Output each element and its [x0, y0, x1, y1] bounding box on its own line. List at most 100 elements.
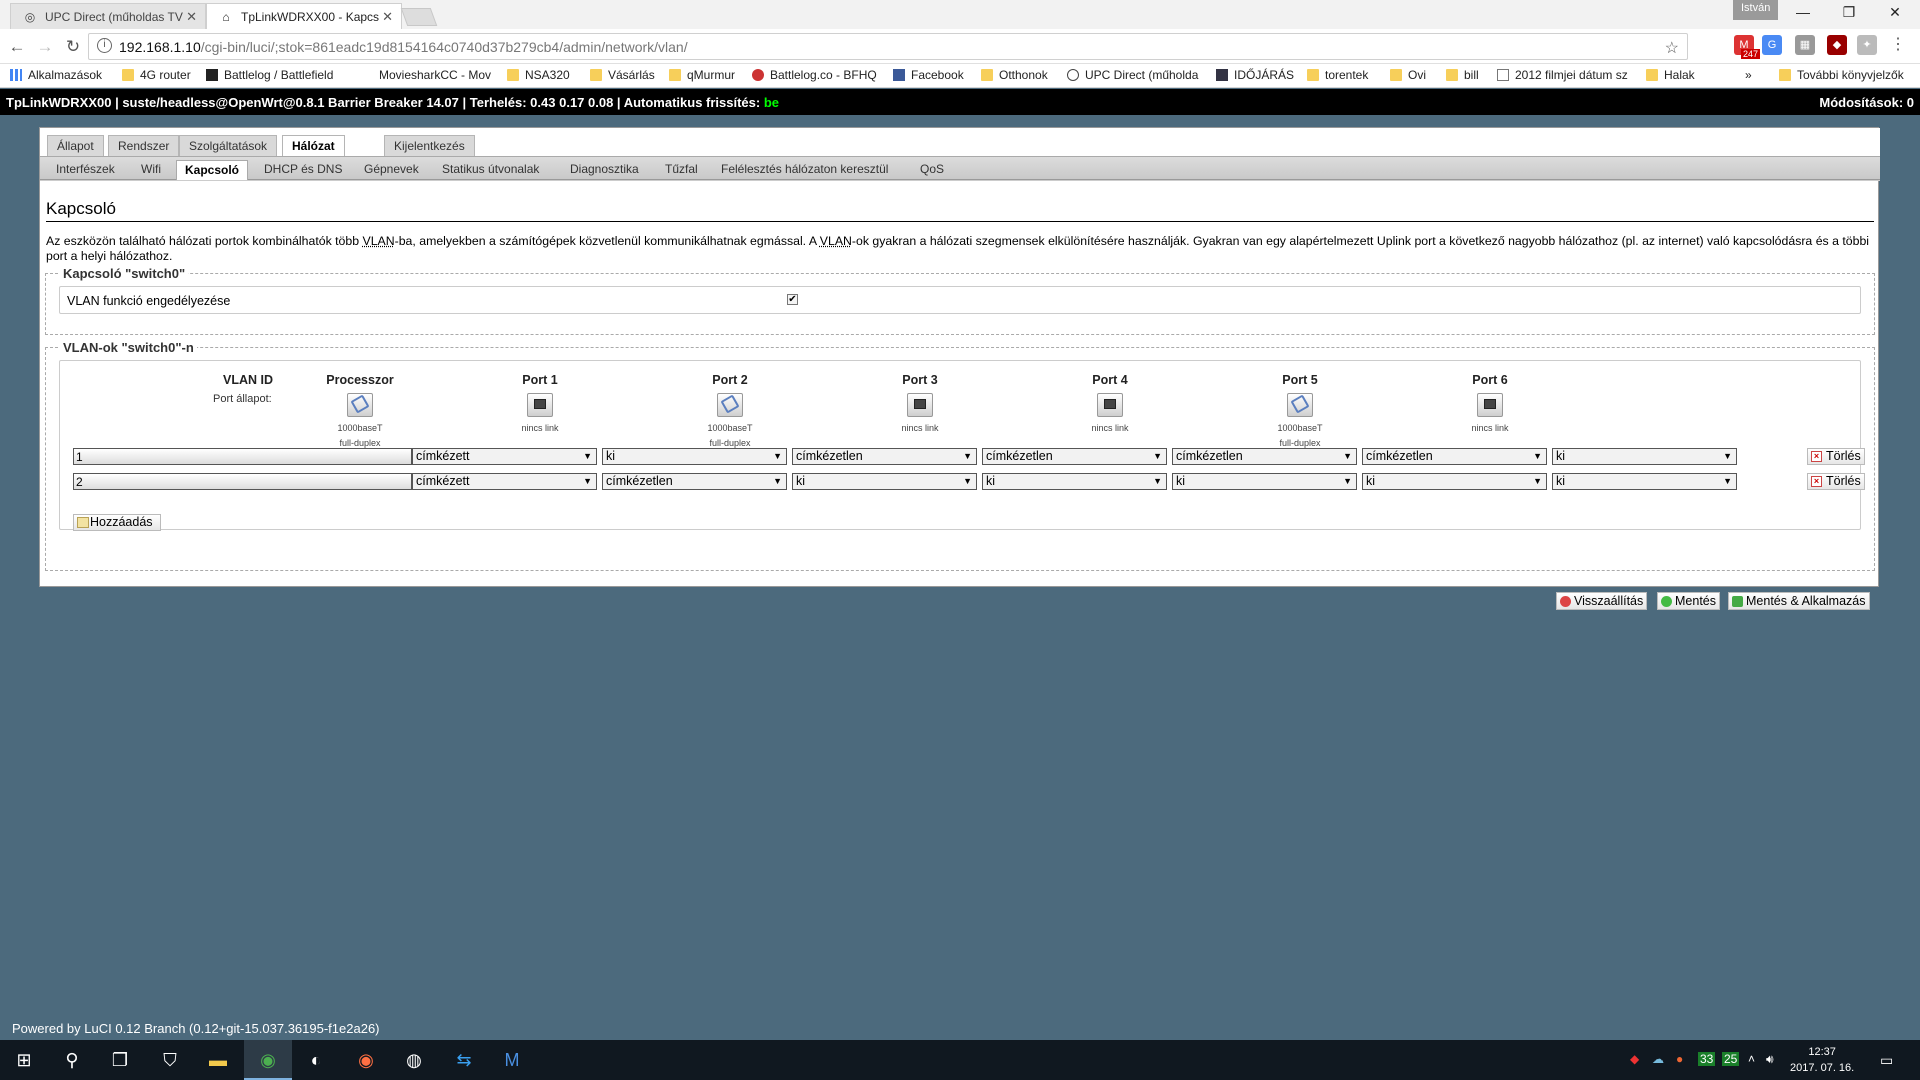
bookmark-item[interactable]: Halak: [1646, 68, 1695, 82]
tab-logout[interactable]: Kijelentkezés: [384, 135, 475, 156]
bookmark-item[interactable]: 4G router: [122, 68, 191, 82]
tab-system[interactable]: Rendszer: [108, 135, 180, 156]
subtab-hostnames[interactable]: Gépnevek: [356, 160, 427, 181]
subtab-switch[interactable]: Kapcsoló: [176, 160, 249, 181]
bookmark-item[interactable]: Ovi: [1390, 68, 1426, 82]
port-membership-select[interactable]: címkézetlen ▼: [1362, 448, 1547, 465]
translate-extension-icon[interactable]: G: [1762, 35, 1782, 55]
changes-counter[interactable]: Módosítások: 0: [1819, 95, 1914, 110]
bookmark-star-icon[interactable]: ☆: [1665, 38, 1679, 58]
port-membership-select[interactable]: ki ▼: [602, 448, 787, 465]
browser-tab-upc[interactable]: ◎ UPC Direct (műholdas TV ✕: [10, 3, 206, 29]
delete-vlan-button[interactable]: × Törlés: [1807, 448, 1865, 465]
task-view-icon[interactable]: ❐: [96, 1040, 144, 1080]
volume-icon[interactable]: 🔊︎: [1766, 1052, 1774, 1067]
port-membership-select[interactable]: ki ▼: [1552, 473, 1737, 490]
malwarebytes-icon[interactable]: M: [488, 1040, 536, 1080]
address-bar[interactable]: i 192.168.1.10/cgi-bin/luci/;stok=861ead…: [88, 33, 1688, 60]
search-icon[interactable]: ⚲: [48, 1040, 96, 1080]
origin-icon[interactable]: ◉: [342, 1040, 390, 1080]
start-icon[interactable]: ⊞: [0, 1040, 48, 1080]
tab-network[interactable]: Hálózat: [282, 135, 345, 156]
reset-button[interactable]: Visszaállítás: [1556, 592, 1648, 610]
port-membership-select[interactable]: ki ▼: [982, 473, 1167, 490]
notifications-icon[interactable]: ▭: [1880, 1052, 1893, 1069]
bookmark-item[interactable]: bill: [1446, 68, 1479, 82]
menu-icon[interactable]: ⋮: [1888, 35, 1908, 55]
port-membership-select[interactable]: címkézetlen ▼: [792, 448, 977, 465]
subtab-firewall[interactable]: Tűzfal: [657, 160, 706, 181]
tray-origin-icon[interactable]: ●: [1676, 1052, 1683, 1066]
subtab-static-routes[interactable]: Statikus útvonalak: [434, 160, 547, 181]
other-bookmarks[interactable]: További könyvjelzők: [1779, 68, 1904, 82]
tray-network-icon[interactable]: ☁: [1652, 1052, 1664, 1066]
subtab-dhcp-dns[interactable]: DHCP és DNS: [256, 160, 350, 181]
chrome-icon[interactable]: ◉: [244, 1040, 292, 1080]
clock[interactable]: 12:37 2017. 07. 16.: [1790, 1044, 1854, 1076]
save-apply-button[interactable]: Mentés & Alkalmazás: [1728, 592, 1870, 610]
subtab-wifi[interactable]: Wifi: [133, 160, 169, 181]
bookmark-item[interactable]: MoviesharkCC - Mov: [361, 68, 491, 82]
close-tab-icon[interactable]: ✕: [186, 9, 197, 25]
bookmark-item[interactable]: UPC Direct (műholda: [1067, 68, 1202, 82]
subtab-interfaces[interactable]: Interfészek: [48, 160, 123, 181]
bookmark-item[interactable]: 2012 filmjei dátum sz: [1497, 68, 1632, 82]
teamviewer-icon[interactable]: ⇆: [440, 1040, 488, 1080]
bookmark-item[interactable]: Vásárlás: [590, 68, 655, 82]
reload-icon[interactable]: ↻: [62, 36, 84, 58]
puzzle-extension-icon[interactable]: ✦: [1857, 35, 1877, 55]
port-membership-select[interactable]: címkézett ▼: [412, 473, 597, 490]
file-explorer-icon[interactable]: ▬: [194, 1040, 242, 1080]
bookmark-item[interactable]: IDŐJÁRÁS: [1216, 68, 1294, 82]
port-membership-select[interactable]: címkézett ▼: [412, 448, 597, 465]
ublock-extension-icon[interactable]: ◆: [1827, 35, 1847, 55]
close-tab-icon[interactable]: ✕: [382, 9, 393, 25]
back-icon[interactable]: ←: [6, 36, 28, 58]
bookmark-apps[interactable]: Alkalmazások: [10, 68, 102, 82]
bookmarks-overflow-button[interactable]: »: [1745, 68, 1752, 82]
info-icon[interactable]: i: [97, 38, 112, 53]
close-window-icon[interactable]: ✕: [1880, 4, 1910, 24]
vlan-section-legend: VLAN-ok "switch0"-n: [60, 340, 197, 355]
bookmark-item[interactable]: Facebook: [893, 68, 964, 82]
port-membership-select[interactable]: ki ▼: [1362, 473, 1547, 490]
port-membership-select[interactable]: ki ▼: [1172, 473, 1357, 490]
port-membership-select[interactable]: ki ▼: [792, 473, 977, 490]
bookmark-item[interactable]: torentek: [1307, 68, 1368, 82]
forward-icon[interactable]: →: [34, 36, 56, 58]
bookmark-item[interactable]: Battlelog.co - BFHQ: [752, 68, 877, 82]
vlan-id-input[interactable]: 1: [73, 448, 412, 465]
maximize-icon[interactable]: ❐: [1834, 4, 1864, 24]
minimize-icon[interactable]: —: [1788, 4, 1818, 24]
port-membership-select[interactable]: ki ▼: [1552, 448, 1737, 465]
store-icon[interactable]: ⛉: [146, 1040, 194, 1080]
new-tab-button[interactable]: [400, 8, 438, 26]
add-vlan-button[interactable]: Hozzáadás: [73, 514, 161, 531]
app-icon[interactable]: ◐: [292, 1040, 340, 1080]
port-membership-select[interactable]: címkézetlen ▼: [602, 473, 787, 490]
tab-services[interactable]: Szolgáltatások: [179, 135, 278, 156]
tab-status[interactable]: Állapot: [47, 135, 104, 156]
grid-extension-icon[interactable]: ▦: [1795, 35, 1815, 55]
subtab-wake-on-lan[interactable]: Felélesztés hálózaton keresztül: [713, 160, 896, 181]
tray-app-icon[interactable]: ◆: [1630, 1052, 1639, 1066]
port-membership-select[interactable]: címkézetlen ▼: [1172, 448, 1357, 465]
steam-icon[interactable]: ◍: [390, 1040, 438, 1080]
port-membership-select[interactable]: címkézetlen ▼: [982, 448, 1167, 465]
bookmark-item[interactable]: NSA320: [507, 68, 570, 82]
subtab-qos[interactable]: QoS: [912, 160, 952, 181]
bookmark-item[interactable]: Battlelog / Battlefield: [206, 68, 333, 82]
vlan-id-input[interactable]: 2: [73, 473, 412, 490]
save-button[interactable]: Mentés: [1657, 592, 1720, 610]
vlan-enable-checkbox[interactable]: ✔: [787, 294, 798, 305]
bookmark-item[interactable]: Otthonok: [981, 68, 1048, 82]
profile-button[interactable]: István: [1733, 0, 1779, 20]
autorefresh-toggle[interactable]: be: [764, 95, 779, 110]
browser-tab-luci[interactable]: ⌂ TpLinkWDRXX00 - Kapcs ✕: [206, 3, 402, 29]
chevron-down-icon: ▼: [1533, 476, 1542, 486]
delete-vlan-button[interactable]: × Törlés: [1807, 473, 1865, 490]
tray-up-arrow-icon[interactable]: ˄: [1748, 1052, 1755, 1066]
port-speed: nincs link: [521, 423, 559, 433]
subtab-diagnostics[interactable]: Diagnosztika: [562, 160, 647, 181]
bookmark-item[interactable]: qMurmur: [669, 68, 735, 82]
